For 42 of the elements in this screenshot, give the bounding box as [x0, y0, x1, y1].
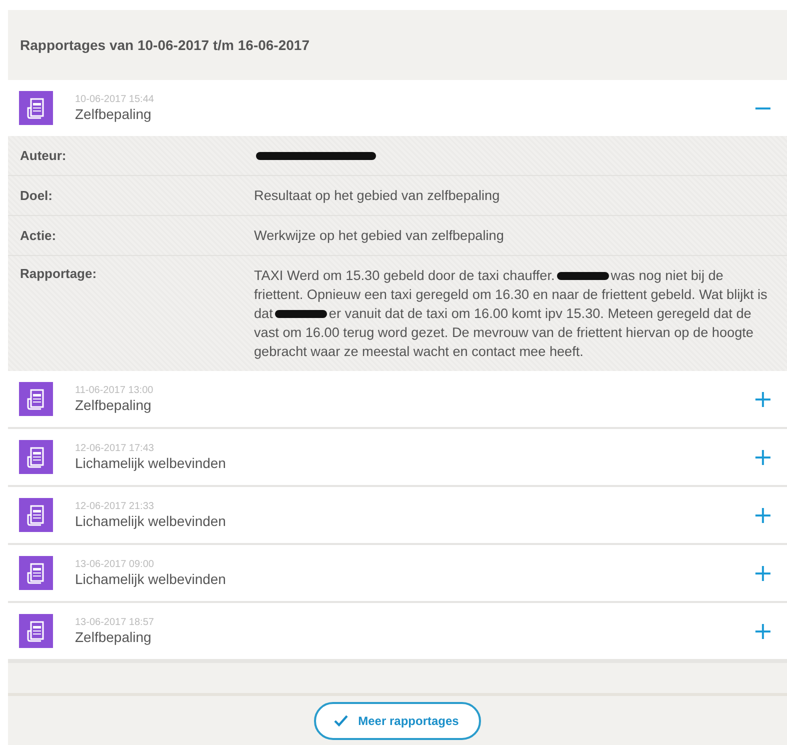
report-category: Zelfbepaling [75, 397, 152, 413]
document-icon [19, 91, 53, 125]
report-category: Lichamelijk welbevinden [75, 455, 227, 471]
report-row[interactable]: 10-06-2017 15:44 Zelfbepaling − [8, 80, 787, 136]
detail-label: Auteur: [20, 148, 68, 163]
report-datetime: 12-06-2017 17:43 [75, 443, 155, 454]
document-icon [19, 440, 53, 474]
collapse-button[interactable]: − [748, 94, 777, 122]
more-reports-button[interactable]: Meer rapportages [314, 702, 481, 740]
report-category: Zelfbepaling [75, 106, 152, 122]
report-datetime: 11-06-2017 13:00 [75, 385, 154, 396]
document-icon [19, 498, 53, 532]
detail-value: TAXI Werd om 15.30 gebeld door de taxi chauffer. was nog niet bij de friettent. Opnieuw een taxi geregeld om 16.30 en naar de friettent gebeld. Wat blijkt is dat er vanuit dat de taxi om 16.00 komt ipv 15.30. Meteen geregeld dat de vast om 16.00 terug word gezet. De mevrouw van de friettent hiervan op de hoogte gebracht waar ze meestal wacht en contact mee heeft. [254, 267, 768, 361]
section-title: Rapportages van 10-06-2017 t/m 16-06-2017 [20, 37, 310, 53]
detail-value: Resultaat op het gebied van zelfbepaling [254, 187, 500, 205]
detail-value: Werkwijze op het gebied van zelfbepaling [254, 227, 504, 245]
report-row[interactable]: 12-06-2017 21:33 Lichamelijk welbevinden + [8, 487, 787, 545]
document-icon [19, 382, 53, 416]
expand-button[interactable]: + [748, 501, 777, 529]
document-icon [19, 614, 53, 648]
checkmark-icon [334, 714, 348, 726]
expand-button[interactable]: + [748, 443, 777, 471]
expand-button[interactable]: + [748, 617, 777, 645]
expand-button[interactable]: + [748, 559, 777, 587]
report-row[interactable]: 13-06-2017 09:00 Lichamelijk welbevinden + [8, 545, 787, 603]
report-datetime: 10-06-2017 15:44 [75, 94, 155, 105]
expand-button[interactable]: + [748, 385, 777, 413]
report-datetime: 13-06-2017 18:57 [75, 617, 155, 628]
report-datetime: 12-06-2017 21:33 [75, 501, 155, 512]
detail-label: Actie: [20, 228, 58, 243]
document-icon [19, 556, 53, 590]
report-category: Zelfbepaling [75, 629, 152, 645]
report-datetime: 13-06-2017 09:00 [75, 559, 155, 570]
report-row[interactable]: 12-06-2017 17:43 Lichamelijk welbevinden + [8, 429, 787, 487]
detail-label: Doel: [20, 188, 54, 203]
redaction-bar [274, 310, 327, 318]
report-row[interactable]: 11-06-2017 13:00 Zelfbepaling + [8, 371, 787, 429]
detail-label: Rapportage: [20, 266, 98, 281]
report-category: Lichamelijk welbevinden [75, 513, 227, 529]
report-category: Lichamelijk welbevinden [75, 571, 227, 587]
redaction-bar [556, 272, 609, 280]
report-row[interactable]: 13-06-2017 18:57 Zelfbepaling + [8, 603, 787, 661]
